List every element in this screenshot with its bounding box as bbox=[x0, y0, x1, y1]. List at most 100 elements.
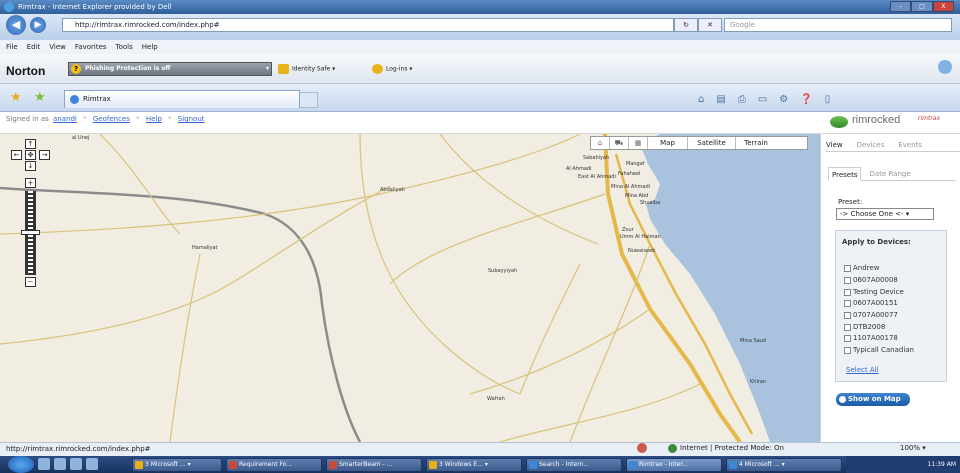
zoom-slider-thumb[interactable] bbox=[21, 230, 40, 235]
menu-tools[interactable]: Tools bbox=[116, 43, 133, 51]
taskbar-item[interactable]: Requirement Fo... bbox=[226, 458, 322, 472]
forward-button[interactable]: ▶ bbox=[30, 17, 46, 33]
document-icon bbox=[329, 461, 337, 469]
quicklaunch-icon[interactable] bbox=[38, 458, 50, 470]
menu-bar: File Edit View Favorites Tools Help bbox=[0, 40, 960, 54]
print-icon[interactable]: ⎙ bbox=[738, 94, 746, 105]
map-pan-zoom-control: ↑ ← ✥ → ↓ + − bbox=[10, 139, 56, 289]
quicklaunch-icon[interactable] bbox=[86, 458, 98, 470]
menu-edit[interactable]: Edit bbox=[27, 43, 41, 51]
road-h bbox=[499, 383, 701, 442]
maximize-button[interactable]: □ bbox=[911, 1, 933, 12]
add-favorites-icon[interactable]: ★ bbox=[34, 90, 46, 105]
pan-center-button[interactable]: ✥ bbox=[25, 150, 36, 160]
device-checkbox[interactable]: DTB2008 bbox=[844, 323, 885, 331]
subtab-date-range[interactable]: Date Range bbox=[869, 167, 910, 180]
menu-favorites[interactable]: Favorites bbox=[75, 43, 107, 51]
help-icon[interactable]: ❓ bbox=[800, 94, 812, 105]
refresh-button[interactable]: ↻ bbox=[674, 18, 698, 32]
traffic-icon[interactable]: ⛟ bbox=[610, 137, 629, 149]
menu-file[interactable]: File bbox=[6, 43, 18, 51]
clock[interactable]: 11:39 AM bbox=[928, 461, 956, 468]
map-canvas[interactable]: al Unej Abdaliyah Hamaliyat Subayyiyah W… bbox=[0, 134, 820, 442]
address-input[interactable]: http://rimtrax.rimrocked.com/index.php# bbox=[62, 18, 674, 32]
map-type-terrain[interactable]: Terrain bbox=[736, 137, 776, 149]
forward-arrow-icon: ▶ bbox=[34, 20, 42, 30]
layers-icon[interactable]: ▦ bbox=[629, 137, 648, 149]
research-icon[interactable]: ▯ bbox=[825, 94, 831, 105]
stop-button[interactable]: ✕ bbox=[698, 18, 722, 32]
back-button[interactable]: ◀ bbox=[6, 15, 26, 35]
home-icon[interactable]: ⌂ bbox=[591, 137, 610, 149]
device-label: Typicall Canadian bbox=[853, 346, 914, 354]
zoom-level[interactable]: 100% ▾ bbox=[900, 442, 926, 455]
device-checkbox[interactable]: Andrew bbox=[844, 264, 879, 272]
quicklaunch-icon[interactable] bbox=[70, 458, 82, 470]
menu-help[interactable]: Help bbox=[142, 43, 158, 51]
taskbar-item[interactable]: 4 Microsoft ... ▾ bbox=[726, 458, 842, 472]
start-button[interactable] bbox=[8, 456, 34, 473]
map-type-satellite[interactable]: Satellite bbox=[688, 137, 736, 149]
checkbox-icon bbox=[844, 346, 851, 354]
preset-select[interactable]: -> Choose One <- ▾ bbox=[836, 208, 934, 220]
security-zone[interactable]: Internet | Protected Mode: On bbox=[668, 442, 784, 455]
taskbar-label: Requirement Fo... bbox=[239, 461, 293, 468]
map-type-map[interactable]: Map bbox=[648, 137, 688, 149]
geofences-link[interactable]: Geofences bbox=[93, 115, 130, 123]
show-on-map-label: Show on Map bbox=[848, 395, 901, 403]
favorites-star-icon[interactable]: ★ bbox=[10, 90, 22, 105]
taskbar-item[interactable]: SmarterBeam - ... bbox=[326, 458, 422, 472]
tab-devices[interactable]: Devices bbox=[857, 138, 885, 151]
checkbox-icon bbox=[844, 276, 851, 284]
device-checkbox[interactable]: Testing Device bbox=[844, 288, 904, 296]
window-icon bbox=[729, 461, 737, 469]
tab-rimtrax[interactable]: Rimtrax bbox=[64, 90, 300, 108]
tab-view[interactable]: View bbox=[826, 138, 843, 151]
device-checkbox[interactable]: 0607A00151 bbox=[844, 299, 898, 307]
road-a bbox=[0, 134, 581, 235]
subtab-presets[interactable]: Presets bbox=[828, 167, 862, 181]
zone-label: Internet | Protected Mode: On bbox=[680, 444, 784, 452]
select-all-link[interactable]: Select All bbox=[846, 366, 879, 374]
popup-blocker-icon[interactable] bbox=[637, 443, 647, 453]
zoom-in-button[interactable]: + bbox=[25, 178, 36, 188]
tools-icon[interactable]: ⚙ bbox=[779, 94, 788, 105]
phishing-protection-dropdown[interactable]: ? Phishing Protection is off ▾ bbox=[68, 62, 272, 76]
taskbar-item-active[interactable]: Rimtrax - Inter... bbox=[626, 458, 722, 472]
feeds-icon[interactable]: ▤ bbox=[716, 94, 725, 105]
identity-safe-label: Identity Safe ▾ bbox=[292, 65, 336, 73]
page-icon[interactable]: ▭ bbox=[758, 94, 767, 105]
taskbar-item[interactable]: 3 Microsoft ... ▾ bbox=[132, 458, 222, 472]
close-button[interactable]: X bbox=[932, 1, 954, 12]
device-checkbox[interactable]: 0607A00008 bbox=[844, 276, 898, 284]
home-icon[interactable]: ⌂ bbox=[698, 94, 704, 105]
pan-up-button[interactable]: ↑ bbox=[25, 139, 36, 149]
zoom-out-button[interactable]: − bbox=[25, 277, 36, 287]
identity-safe-button[interactable]: Identity Safe ▾ bbox=[278, 64, 335, 74]
pan-left-button[interactable]: ← bbox=[11, 150, 22, 160]
map-label: Abdaliyah bbox=[380, 187, 405, 193]
new-tab-button[interactable] bbox=[300, 92, 318, 108]
map-type-bar: ⌂ ⛟ ▦ Map Satellite Terrain bbox=[590, 136, 808, 150]
minimize-button[interactable]: – bbox=[890, 1, 912, 12]
user-link[interactable]: anandi bbox=[53, 115, 77, 123]
signout-link[interactable]: Signout bbox=[178, 115, 205, 123]
device-checkbox[interactable]: 1107A00178 bbox=[844, 334, 898, 342]
help-link[interactable]: Help bbox=[146, 115, 162, 123]
taskbar-item[interactable]: 3 Windows E... ▾ bbox=[426, 458, 522, 472]
device-checkbox[interactable]: 0707A00077 bbox=[844, 311, 898, 319]
map-label: Wafrah bbox=[487, 396, 505, 402]
pan-right-button[interactable]: → bbox=[39, 150, 50, 160]
show-on-map-button[interactable]: Show on Map bbox=[836, 393, 910, 406]
device-checkbox[interactable]: Typicall Canadian bbox=[844, 346, 914, 354]
search-input[interactable]: Google bbox=[724, 18, 952, 32]
pan-down-button[interactable]: ↓ bbox=[25, 161, 36, 171]
road-b bbox=[359, 134, 521, 395]
signed-in-bar: Signed in as anandi * Geofences * Help *… bbox=[0, 112, 960, 134]
quicklaunch-icon[interactable] bbox=[54, 458, 66, 470]
norton-settings-icon[interactable] bbox=[938, 60, 952, 74]
logins-button[interactable]: Log-ins ▾ bbox=[372, 64, 412, 74]
tab-events[interactable]: Events bbox=[898, 138, 922, 151]
taskbar-item[interactable]: Search - Intern... bbox=[526, 458, 622, 472]
menu-view[interactable]: View bbox=[49, 43, 66, 51]
